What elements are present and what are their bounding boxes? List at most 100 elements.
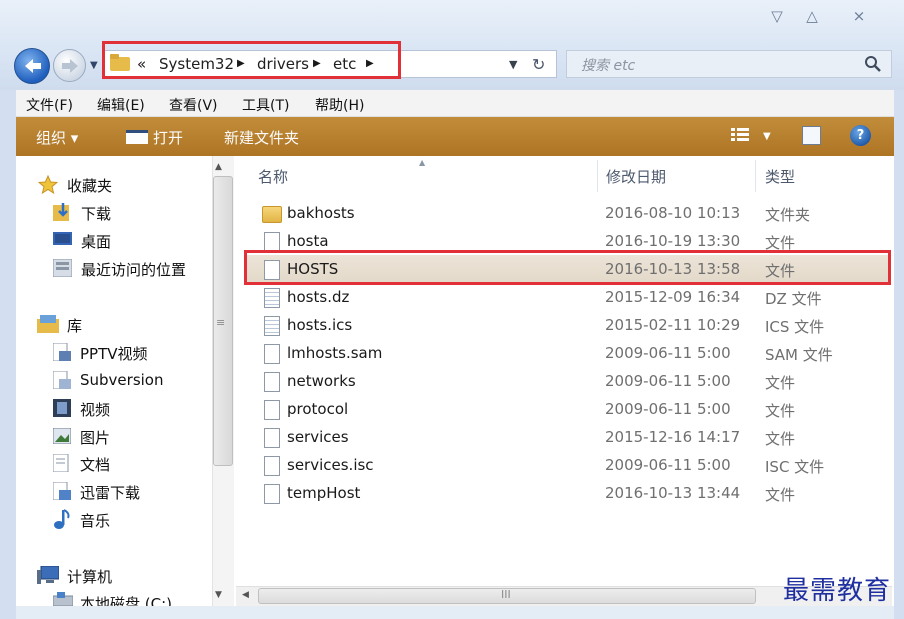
- sort-indicator-icon: ▲: [419, 158, 426, 167]
- computer-icon: [37, 566, 59, 584]
- file-type: 文件: [765, 430, 796, 448]
- open-icon: [126, 130, 148, 144]
- document-icon: [264, 316, 280, 336]
- nav-downloads[interactable]: 下载: [81, 203, 111, 224]
- menu-help[interactable]: 帮助(H): [315, 95, 364, 115]
- subversion-icon: [53, 371, 71, 389]
- address-history-dropdown[interactable]: ▼: [509, 58, 517, 71]
- file-row-lmhosts-sam[interactable]: lmhosts.sam 2009-06-11 5:00 SAM 文件: [244, 341, 889, 369]
- nav-music[interactable]: 音乐: [80, 510, 110, 531]
- nav-desktop[interactable]: 桌面: [81, 231, 111, 252]
- file-icon: [264, 456, 280, 476]
- nav-pictures[interactable]: 图片: [80, 427, 110, 448]
- file-name: lmhosts.sam: [287, 344, 383, 362]
- file-type: 文件: [765, 374, 796, 392]
- back-button[interactable]: [14, 48, 50, 84]
- hosts-highlight-box: [244, 250, 891, 285]
- menu-edit[interactable]: 编辑(E): [97, 95, 145, 115]
- file-name: hosts.ics: [287, 316, 353, 334]
- file-name: protocol: [287, 400, 349, 418]
- nav-pptv-video[interactable]: PPTV视频: [80, 343, 148, 364]
- file-type: ISC 文件: [765, 458, 825, 476]
- file-name: hosta: [287, 232, 329, 250]
- file-date: 2009-06-11 5:00: [605, 400, 731, 418]
- menu-tools[interactable]: 工具(T): [242, 95, 289, 115]
- maximize-button[interactable]: △: [797, 6, 827, 26]
- music-icon: [54, 509, 70, 529]
- menu-file[interactable]: 文件(F): [26, 95, 73, 115]
- video-library-icon: [53, 343, 71, 361]
- view-options-icon[interactable]: [731, 128, 749, 142]
- file-date: 2009-06-11 5:00: [605, 456, 731, 474]
- column-separator[interactable]: [755, 160, 756, 192]
- recent-pages-dropdown[interactable]: ▼: [90, 60, 102, 72]
- file-row-protocol[interactable]: protocol 2009-06-11 5:00 文件: [244, 397, 889, 425]
- view-dropdown[interactable]: ▼: [763, 131, 771, 142]
- file-name: services.isc: [287, 456, 374, 474]
- documents-icon: [53, 454, 69, 472]
- file-date: 2009-06-11 5:00: [605, 372, 731, 390]
- file-type: DZ 文件: [765, 290, 822, 308]
- window-frame-left: [0, 90, 16, 619]
- minimize-button[interactable]: ▽: [762, 6, 792, 26]
- file-date: 2015-12-16 14:17: [605, 428, 741, 446]
- file-row-networks[interactable]: networks 2009-06-11 5:00 文件: [244, 369, 889, 397]
- nav-recent-places[interactable]: 最近访问的位置: [81, 259, 186, 280]
- refresh-icon[interactable]: ↻: [532, 55, 545, 74]
- close-button[interactable]: ⨯: [844, 6, 874, 26]
- file-row-services[interactable]: services 2015-12-16 14:17 文件: [244, 425, 889, 453]
- search-placeholder: 搜索 etc: [581, 58, 636, 74]
- nav-library[interactable]: 库: [67, 315, 82, 336]
- file-date: 2009-06-11 5:00: [605, 344, 731, 362]
- file-row-hosts-dz[interactable]: hosts.dz 2015-12-09 16:34 DZ 文件: [244, 285, 889, 313]
- folder-icon: [262, 206, 282, 223]
- column-name[interactable]: 名称: [258, 166, 288, 187]
- file-row-temphost[interactable]: tempHost 2016-10-13 13:44 文件: [244, 481, 889, 509]
- file-row-hosts-ics[interactable]: hosts.ics 2015-02-11 10:29 ICS 文件: [244, 313, 889, 341]
- file-row-bakhosts[interactable]: bakhosts 2016-08-10 10:13 文件夹: [244, 201, 889, 229]
- help-icon[interactable]: ?: [850, 125, 871, 146]
- address-highlight-box: [102, 41, 401, 79]
- arrow-right-icon: [62, 59, 78, 73]
- new-folder-button[interactable]: 新建文件夹: [224, 127, 299, 148]
- nav-thunder-downloads[interactable]: 迅雷下载: [80, 482, 140, 503]
- file-icon: [264, 372, 280, 392]
- column-type[interactable]: 类型: [765, 166, 795, 187]
- document-icon: [264, 288, 280, 308]
- nav-subversion[interactable]: Subversion: [80, 371, 164, 389]
- thunder-download-icon: [53, 482, 71, 500]
- preview-pane-icon[interactable]: [802, 126, 821, 145]
- scroll-up-icon[interactable]: ▲: [215, 162, 222, 172]
- file-name: hosts.dz: [287, 288, 350, 306]
- nav-local-disk-c[interactable]: 本地磁盘 (C:): [80, 593, 172, 606]
- organize-button[interactable]: 组织 ▾: [36, 127, 78, 148]
- search-icon[interactable]: [864, 55, 882, 73]
- file-name: tempHost: [287, 484, 361, 502]
- file-type: 文件: [765, 402, 796, 420]
- nav-documents[interactable]: 文档: [80, 454, 110, 475]
- column-separator[interactable]: [597, 160, 598, 192]
- forward-button[interactable]: [53, 49, 86, 82]
- nav-computer[interactable]: 计算机: [67, 566, 112, 587]
- open-button[interactable]: 打开: [153, 127, 183, 148]
- scroll-down-icon[interactable]: ▼: [215, 590, 222, 600]
- file-name: bakhosts: [287, 204, 355, 222]
- scroll-grip-icon: ≡: [216, 316, 226, 329]
- recent-places-icon: [53, 259, 72, 277]
- file-date: 2016-10-13 13:44: [605, 484, 741, 502]
- file-row-services-isc[interactable]: services.isc 2009-06-11 5:00 ISC 文件: [244, 453, 889, 481]
- status-bar: [16, 606, 894, 619]
- file-type: 文件: [765, 486, 796, 504]
- library-icon: [37, 315, 59, 333]
- scroll-left-icon[interactable]: ◀: [242, 590, 249, 600]
- watermark: 最需教育: [783, 576, 892, 606]
- file-date: 2015-12-09 16:34: [605, 288, 741, 306]
- file-date: 2016-08-10 10:13: [605, 204, 741, 222]
- column-date-modified[interactable]: 修改日期: [606, 166, 666, 187]
- nav-favorites[interactable]: 收藏夹: [67, 175, 112, 196]
- file-icon: [264, 232, 280, 252]
- file-icon: [264, 428, 280, 448]
- nav-videos[interactable]: 视频: [80, 399, 110, 420]
- file-icon: [264, 484, 280, 504]
- menu-view[interactable]: 查看(V): [169, 95, 218, 115]
